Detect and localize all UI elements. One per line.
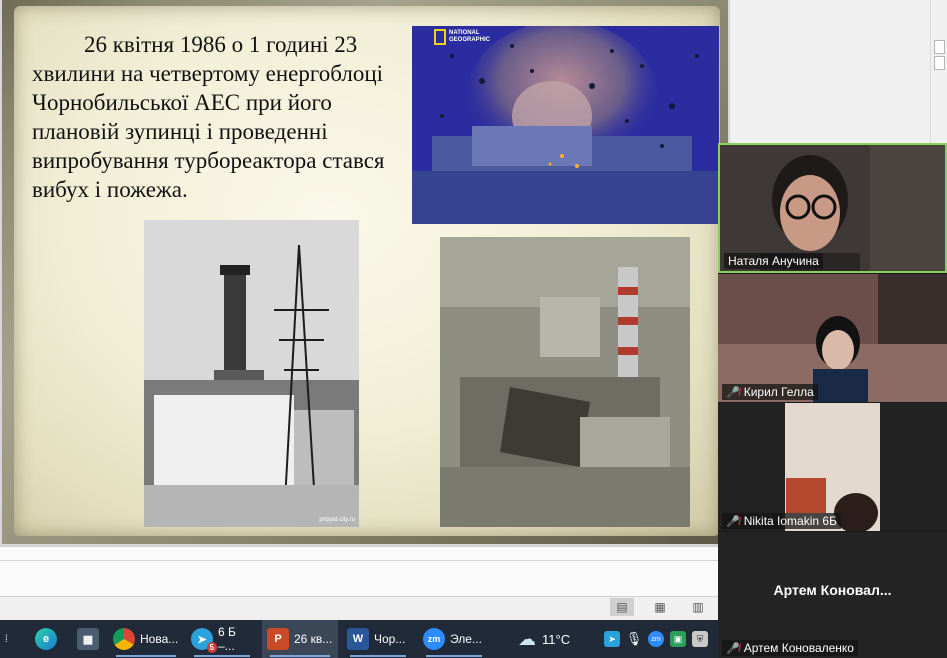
zoom-tray-icon[interactable]: zm xyxy=(648,631,664,647)
screen: 26 квітня 1986 о 1 годині 23 хвилини на … xyxy=(0,0,947,658)
weather-cloud-icon: ☁ xyxy=(518,628,536,649)
reading-view-icon: ▥ xyxy=(692,600,704,614)
normal-view-button[interactable]: ▤ xyxy=(610,598,634,616)
explosion-illustration xyxy=(412,26,719,224)
notes-pane[interactable] xyxy=(0,546,720,596)
nat-geo-logo-icon xyxy=(434,29,446,45)
word-icon: W xyxy=(347,628,369,650)
telegram-icon: ➤ 5 xyxy=(191,628,217,653)
calculator-icon: ▦ xyxy=(77,628,99,650)
notes-divider xyxy=(0,560,720,561)
participant-video xyxy=(718,403,947,531)
weather-widget[interactable]: ☁ 11°C xyxy=(518,620,570,658)
taskbar-edge-button[interactable]: e xyxy=(30,620,62,658)
zoom-video-panel: Наталя Анучина 🎤̸ Кирил Гелла 🎤̸ Nikita … xyxy=(718,143,947,658)
slide-sorter-button[interactable]: ▦ xyxy=(648,598,672,616)
taskbar-powerpoint-button[interactable]: P 26 кв... xyxy=(262,620,338,658)
reactor-tower-photo: pripyat-city.ru xyxy=(144,220,359,527)
participant-video xyxy=(718,274,947,402)
participant-name-label: 🎤̸ Nikita Iomakin 6Б xyxy=(722,513,841,529)
national-geographic-watermark: NATIONAL GEOGRAPHIC xyxy=(434,29,499,45)
mic-muted-icon: 🎤̸ xyxy=(726,515,740,528)
reading-view-button[interactable]: ▥ xyxy=(686,598,710,616)
taskbar-zoom-button[interactable]: zm Эле... xyxy=(418,620,490,658)
participant-display-name: Артем Коновал... xyxy=(773,582,892,598)
photo-caption: pripyat-city.ru xyxy=(319,517,355,523)
aerial-illustration xyxy=(440,237,690,527)
mic-muted-icon: 🎤̸ xyxy=(726,642,740,655)
microphone-icon[interactable]: 🎙 xyxy=(626,631,643,647)
explosion-photo: NATIONAL GEOGRAPHIC xyxy=(412,26,719,224)
scroll-thumb-lower[interactable] xyxy=(934,56,945,70)
vertical-scrollbar[interactable] xyxy=(930,0,947,145)
edge-icon: e xyxy=(35,628,57,650)
mic-muted-icon: 🎤̸ xyxy=(726,386,740,399)
unread-badge: 5 xyxy=(206,642,217,653)
chrome-icon xyxy=(113,628,135,650)
taskbar-calculator-button[interactable]: ▦ xyxy=(72,620,104,658)
participant-tile[interactable]: 🎤̸ Nikita Iomakin 6Б xyxy=(718,403,947,531)
taskbar-chrome-button[interactable]: Нова... xyxy=(108,620,184,658)
participant-name-label: Наталя Анучина xyxy=(724,253,823,269)
scroll-thumb[interactable] xyxy=(934,40,945,54)
participant-name-label: 🎤̸ Кирил Гелла xyxy=(722,384,818,400)
participant-tile[interactable]: 🎤̸ Кирил Гелла xyxy=(718,274,947,402)
app-tray-icon[interactable]: ▣ xyxy=(670,631,686,647)
taskbar-telegram-button[interactable]: ➤ 5 6 Б –... xyxy=(186,620,258,658)
slide-paragraph: 26 квітня 1986 о 1 годині 23 хвилини на … xyxy=(32,32,385,202)
taskbar-word-button[interactable]: W Чор... xyxy=(342,620,414,658)
participant-tile[interactable]: Артем Коновал... 🎤̸ Артем Коноваленко xyxy=(718,532,947,658)
telegram-tray-icon[interactable]: ➤ xyxy=(604,631,620,647)
taskbar-divider-icon: ⁞ xyxy=(5,633,8,645)
participant-tile[interactable]: Наталя Анучина xyxy=(718,143,947,273)
participant-name-label: 🎤̸ Артем Коноваленко xyxy=(722,640,858,656)
zoom-icon: zm xyxy=(423,628,445,650)
powerpoint-icon: P xyxy=(267,628,289,650)
aerial-reactor-photo xyxy=(440,237,690,527)
tower-illustration xyxy=(144,220,359,527)
normal-view-icon: ▤ xyxy=(616,600,628,614)
shield-icon[interactable]: ⛨ xyxy=(692,631,708,647)
slide-sorter-icon: ▦ xyxy=(654,600,666,614)
taskbar-edge: ⁞ xyxy=(0,620,10,658)
system-tray: ➤ 🎙 zm ▣ ⛨ xyxy=(604,620,714,658)
